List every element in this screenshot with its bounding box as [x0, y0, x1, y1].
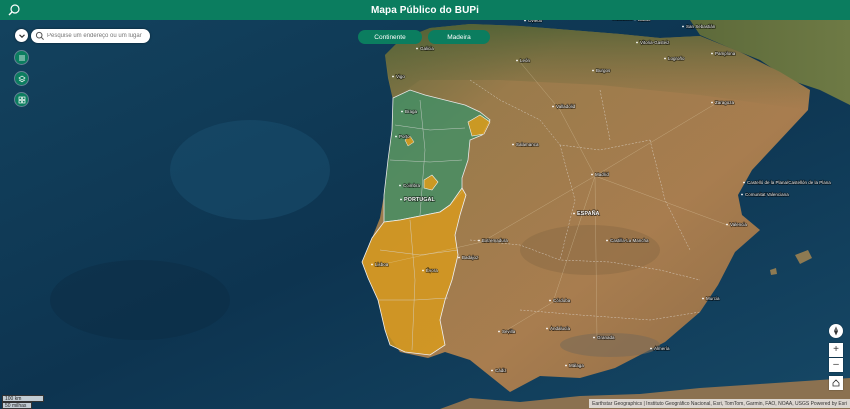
list-icon	[18, 55, 25, 60]
zoom-out-button[interactable]: –	[829, 358, 843, 372]
place-label: Salamanca	[516, 142, 539, 147]
place-dot	[401, 110, 403, 113]
place-dot	[726, 223, 728, 226]
place-label: León	[520, 58, 531, 63]
place-dot	[664, 57, 666, 60]
legend-button[interactable]	[15, 51, 28, 64]
scale-bar-metric: 100 km	[2, 395, 44, 402]
place-label: Castilla-La Mancha	[610, 238, 649, 243]
place-label: Porto	[399, 134, 410, 139]
place-label: Granada	[597, 335, 615, 340]
place-dot	[591, 173, 593, 176]
seamount-shade	[170, 120, 330, 220]
place-label: Valladolid	[556, 104, 576, 109]
search-input[interactable]	[45, 30, 147, 42]
place-label: Vitoria-Gasteiz	[640, 40, 670, 45]
place-label: Coimbra	[403, 183, 421, 188]
place-label: Galicia	[420, 46, 434, 51]
place-label: Andalucía	[550, 326, 571, 331]
app-header: Mapa Público do BUPi	[0, 0, 850, 20]
zoom-in-button[interactable]: +	[829, 343, 843, 357]
place-label: Évora	[426, 267, 438, 273]
place-dot	[593, 336, 595, 339]
map-attribution: Earthstar Geographics | Instituto Geográ…	[589, 399, 850, 408]
place-dot	[458, 256, 460, 259]
place-dot	[516, 59, 518, 62]
place-label: Castelló de la Plana/Castellón de la Pla…	[747, 180, 831, 185]
place-dot	[552, 105, 554, 108]
layers-icon	[17, 75, 26, 82]
place-dot	[546, 327, 548, 330]
tab-continente[interactable]: Continente	[358, 30, 422, 44]
place-dot	[478, 239, 480, 242]
compass-icon	[834, 326, 838, 336]
place-label: Córdoba	[553, 298, 571, 303]
collapse-chevron-button[interactable]	[15, 29, 28, 42]
basemap-gallery-button[interactable]	[15, 93, 28, 106]
place-dot	[573, 212, 575, 215]
place-label: PORTUGAL	[404, 197, 436, 203]
place-dot	[711, 101, 713, 104]
scale-bar-imperial: 50 milhas	[2, 402, 32, 409]
map-search-icon[interactable]	[7, 3, 21, 17]
place-label: Zaragoza	[715, 100, 735, 105]
chevron-down-icon	[18, 33, 25, 38]
place-label: Valencia	[730, 222, 747, 227]
place-dot	[422, 269, 424, 272]
place-dot	[512, 143, 514, 146]
place-label: Extremadura	[482, 238, 508, 243]
place-dot	[395, 135, 397, 138]
home-button[interactable]	[829, 376, 843, 390]
place-label: Vigo	[396, 74, 405, 79]
compass-button[interactable]	[829, 324, 843, 338]
place-dot	[392, 75, 394, 78]
place-label: Logroño	[668, 56, 685, 61]
place-label: ESPAÑA	[577, 210, 600, 217]
place-dot	[371, 263, 373, 266]
place-dot	[498, 330, 500, 333]
place-label: Lisboa	[375, 262, 389, 267]
page-title: Mapa Público do BUPi	[370, 4, 480, 16]
place-label: Braga	[405, 109, 418, 114]
place-dot	[702, 297, 704, 300]
seamount-shade	[50, 260, 230, 340]
place-dot	[650, 347, 652, 350]
place-dot	[741, 193, 743, 196]
place-dot	[711, 52, 713, 55]
place-dot	[606, 239, 608, 242]
place-dot	[682, 25, 684, 28]
place-label: Murcia	[706, 296, 720, 301]
place-label: Burgos	[596, 68, 611, 73]
place-label: Madrid	[595, 172, 609, 177]
place-dot	[636, 41, 638, 44]
place-label: San Sebastián	[686, 24, 716, 29]
place-dot	[549, 299, 551, 302]
grid-icon	[18, 96, 25, 103]
place-label: Sevilla	[502, 329, 516, 334]
search-box[interactable]	[31, 29, 150, 43]
place-label: Comunitat Valenciana	[745, 192, 789, 197]
search-icon	[35, 31, 44, 40]
layers-button[interactable]	[15, 72, 28, 85]
place-dot	[416, 47, 418, 50]
place-label: Almería	[654, 346, 670, 351]
place-label: Málaga	[569, 363, 584, 368]
place-dot	[743, 181, 745, 184]
satellite-map-canvas[interactable]: BilbaoSantanderOviedoGijónVitoria-Gastei…	[0, 0, 850, 409]
place-label: Pamplona	[715, 51, 736, 56]
home-icon	[832, 379, 840, 387]
place-dot	[399, 184, 401, 187]
place-label: Badajoz	[462, 255, 479, 260]
place-dot	[565, 364, 567, 367]
place-dot	[491, 369, 493, 372]
place-dot	[592, 69, 594, 72]
sierra-shade	[520, 225, 660, 275]
place-label: Cádiz	[495, 368, 507, 373]
place-dot	[400, 198, 402, 201]
tab-madeira[interactable]: Madeira	[428, 30, 490, 44]
